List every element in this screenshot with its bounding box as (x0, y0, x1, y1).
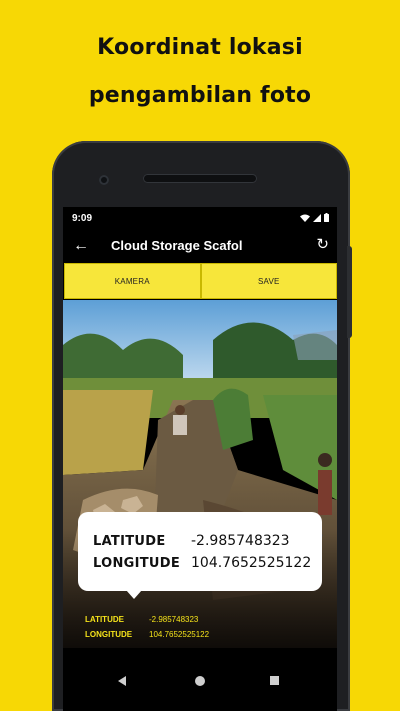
battery-icon (324, 213, 329, 222)
photo-longitude-overlay: LONGITUDE 104.7652525122 (85, 630, 209, 639)
coordinates-callout: LATITUDE -2.985748323 LONGITUDE 104.765252… (78, 512, 322, 599)
headline-line-2: pengambilan foto (88, 83, 312, 108)
wifi-icon (300, 214, 310, 222)
app-title: Cloud Storage Scafol (111, 238, 243, 253)
nav-recent-icon[interactable] (270, 676, 279, 685)
captured-photo (63, 300, 337, 648)
photo-latitude-label: LATITUDE (85, 615, 124, 624)
photo-latitude-value: -2.985748323 (149, 615, 199, 624)
system-nav-bar (63, 667, 337, 711)
photo-longitude-value: 104.7652525122 (149, 630, 210, 639)
nav-back-icon[interactable] (118, 676, 126, 686)
phone-screen: 9:09 ← Cloud Storage Scafol ↻ KAMERA SAV… (63, 207, 337, 711)
callout-longitude-label: LONGITUDE (93, 556, 181, 571)
phone-side-button (347, 246, 352, 338)
callout-longitude-value: 104.7652525122 (191, 555, 312, 571)
photo-longitude-label: LONGITUDE (85, 630, 133, 639)
refresh-icon[interactable]: ↻ (316, 235, 329, 255)
camera-button[interactable]: KAMERA (64, 263, 201, 299)
photo-latitude-overlay: LATITUDE -2.985748323 (85, 615, 198, 624)
front-camera (99, 175, 109, 185)
app-bar: ← Cloud Storage Scafol ↻ (63, 235, 337, 259)
callout-latitude-value: -2.985748323 (191, 533, 290, 549)
callout-latitude-label: LATITUDE (93, 534, 166, 549)
status-time: 9:09 (72, 213, 93, 224)
action-buttons: KAMERA SAVE (64, 263, 337, 299)
headline-line-1: Koordinat lokasi (97, 35, 303, 60)
field-photo-image (63, 300, 337, 648)
earpiece-speaker (143, 174, 257, 183)
save-button[interactable]: SAVE (200, 263, 337, 299)
status-bar: 9:09 (63, 207, 337, 229)
signal-icon (313, 213, 321, 222)
nav-home-icon[interactable] (195, 676, 205, 686)
arrow-left-icon[interactable]: ← (73, 236, 89, 256)
